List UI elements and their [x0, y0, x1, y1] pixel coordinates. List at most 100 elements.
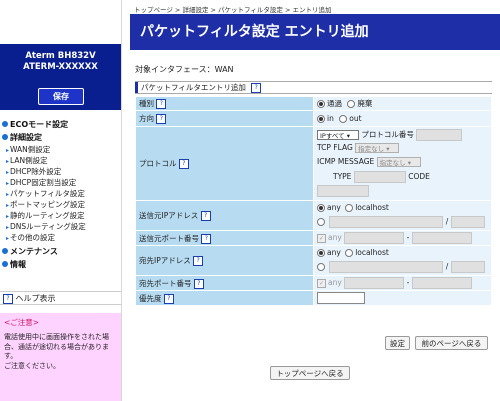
protocol-select[interactable]: IPすべて ▾	[317, 130, 359, 140]
direction-out-label: out	[349, 114, 362, 123]
bullet-icon	[2, 248, 8, 254]
help-icon[interactable]: ?	[156, 99, 167, 109]
icmp-type-input[interactable]	[353, 171, 406, 183]
dst-ip-mask-input[interactable]	[450, 260, 485, 273]
src-port-from-input[interactable]	[344, 232, 405, 244]
src-ip-mask-input[interactable]	[450, 215, 485, 228]
src-port-any-checkbox[interactable]: ✓	[317, 233, 326, 243]
direction-in-label: in	[327, 114, 334, 123]
src-ip-line-2: /	[317, 215, 491, 229]
tcp-flag-label: TCP FLAG	[317, 143, 353, 152]
back-prev-button[interactable]: 前のページへ戻る	[415, 336, 488, 350]
sidebar-blank	[0, 0, 121, 44]
menu-detail[interactable]: 詳細設定	[0, 131, 121, 144]
menu-item-port-mapping[interactable]: ▸ポートマッピング設定	[0, 199, 121, 210]
notice-body: 電話使用中に画面操作をされた場合、通話が途切れる場合があります。 ご注意ください…	[4, 333, 117, 371]
row-type: 種別 ? 通過 廃棄	[135, 96, 492, 111]
dst-ip-custom-radio[interactable]	[317, 262, 325, 271]
menu-item-lan[interactable]: ▸LAN側設定	[0, 155, 121, 166]
dst-ip-value-cell: any localhost /	[313, 245, 492, 276]
save-button[interactable]: 保存	[38, 88, 84, 105]
row-protocol: プロトコル ? IPすべて ▾ プロトコル番号 TCP FLAG 指定なし ▾ …	[135, 126, 492, 201]
icmp-code-input[interactable]	[317, 185, 369, 197]
priority-input[interactable]	[317, 292, 365, 304]
help-icon[interactable]: ?	[193, 256, 204, 266]
help-icon: ?	[3, 293, 13, 304]
src-ip-localhost-radio[interactable]	[345, 203, 354, 212]
src-port-value-cell: ✓ any -	[313, 230, 492, 246]
menu-item-packet-filter[interactable]: ▸パケットフィルタ設定	[0, 188, 121, 199]
back-top-button[interactable]: トップページへ戻る	[270, 366, 350, 380]
protocol-number-input[interactable]	[416, 129, 463, 141]
help-icon[interactable]: ?	[200, 211, 211, 221]
src-ip-any-radio[interactable]	[317, 203, 325, 212]
menu-info[interactable]: 情報	[0, 258, 121, 271]
menu-info-label: 情報	[10, 260, 26, 269]
dst-ip-any-radio[interactable]	[317, 248, 325, 257]
direction-out-radio[interactable]	[339, 115, 348, 123]
src-ip-address-input[interactable]	[329, 215, 444, 228]
help-icon[interactable]: ?	[251, 83, 262, 93]
set-button[interactable]: 設定	[385, 336, 410, 350]
dst-ip-address-input[interactable]	[329, 260, 444, 273]
src-ip-label-cell: 送信元IPアドレス ?	[135, 200, 314, 231]
src-ip-any-label: any	[327, 202, 341, 212]
type-discard-label: 廃棄	[357, 99, 373, 108]
src-ip-custom-radio[interactable]	[317, 217, 325, 226]
menu-item-label: DHCP除外設定	[10, 167, 62, 176]
filter-entry-table: 種別 ? 通過 廃棄 方向 ? in out プロトコル ? IPすべて ▾ プ…	[135, 96, 492, 306]
protocol-line-2: TCP FLAG 指定なし ▾	[317, 143, 491, 157]
row-direction: 方向 ? in out	[135, 110, 492, 127]
src-port-to-input[interactable]	[411, 232, 472, 244]
help-icon[interactable]: ?	[193, 278, 204, 289]
dst-port-from-input[interactable]	[344, 277, 405, 289]
breadcrumb[interactable]: トップページ > 詳細設定 > パケットフィルタ設定 > エントリ追加	[134, 4, 331, 14]
menu-item-label: DNSルーティング設定	[10, 222, 86, 231]
src-port-label-cell: 送信元ポート番号 ?	[135, 230, 314, 246]
icmp-message-select[interactable]: 指定なし ▾	[376, 157, 421, 167]
notice-title: <ご注意>	[4, 318, 40, 327]
notice-text-2: ご注意ください。	[4, 361, 60, 370]
src-ip-line-1: any localhost	[317, 203, 491, 216]
help-icon[interactable]: ?	[178, 159, 189, 169]
menu-item-static-routing[interactable]: ▸静的ルーティング設定	[0, 210, 121, 221]
menu-eco[interactable]: ECOモード設定	[0, 118, 121, 131]
help-icon[interactable]: ?	[156, 114, 167, 124]
menu-item-label: DHCP固定割当設定	[10, 178, 77, 187]
menu-item-other[interactable]: ▸その他の設定	[0, 232, 121, 243]
protocol-label: プロトコル	[139, 159, 177, 168]
menu-eco-label: ECOモード設定	[10, 120, 69, 129]
help-toggle[interactable]: ? ヘルプ表示	[0, 291, 121, 305]
type-discard-radio[interactable]	[347, 100, 356, 108]
src-port-dash: -	[406, 233, 410, 242]
dst-ip-line-2: /	[317, 260, 491, 274]
menu-item-wan[interactable]: ▸WAN側設定	[0, 144, 121, 155]
src-ip-slash: /	[445, 216, 449, 226]
protocol-label-cell: プロトコル ?	[135, 126, 314, 201]
dst-ip-slash: /	[445, 261, 449, 271]
triangle-icon: ▸	[6, 158, 10, 165]
dst-ip-localhost-radio[interactable]	[345, 248, 354, 257]
menu-item-dns-routing[interactable]: ▸DNSルーティング設定	[0, 221, 121, 232]
tcp-flag-select[interactable]: 指定なし ▾	[355, 143, 400, 153]
src-port-any-label: any	[328, 233, 342, 242]
notice-box: <ご注意> 電話使用中に画面操作をされた場合、通話が途切れる場合があります。 ご…	[0, 313, 121, 401]
triangle-icon: ▸	[6, 235, 10, 242]
bullet-icon	[2, 261, 8, 267]
direction-in-radio[interactable]	[317, 115, 325, 123]
menu-maintenance[interactable]: メンテナンス	[0, 245, 121, 258]
menu-item-dhcp-fixed[interactable]: ▸DHCP固定割当設定	[0, 177, 121, 188]
dst-port-any-checkbox[interactable]: ✓	[317, 278, 326, 288]
protocol-line-3: ICMP MESSAGE 指定なし ▾	[317, 157, 491, 171]
menu-item-dhcp-exclude[interactable]: ▸DHCP除外設定	[0, 166, 121, 177]
protocol-value-cell: IPすべて ▾ プロトコル番号 TCP FLAG 指定なし ▾ ICMP MES…	[313, 126, 492, 201]
dst-port-to-input[interactable]	[411, 277, 472, 289]
type-pass-radio[interactable]	[317, 100, 325, 108]
help-icon[interactable]: ?	[201, 233, 212, 244]
help-icon[interactable]: ?	[163, 293, 174, 304]
interface-label: 対象インタフェース：WAN	[135, 65, 234, 74]
dst-port-label-cell: 宛先ポート番号 ?	[135, 275, 314, 291]
direction-label-cell: 方向 ?	[135, 110, 314, 127]
protocol-line-4: TYPE CODE	[317, 171, 491, 185]
page-title: パケットフィルタ設定 エントリ追加	[130, 14, 500, 50]
